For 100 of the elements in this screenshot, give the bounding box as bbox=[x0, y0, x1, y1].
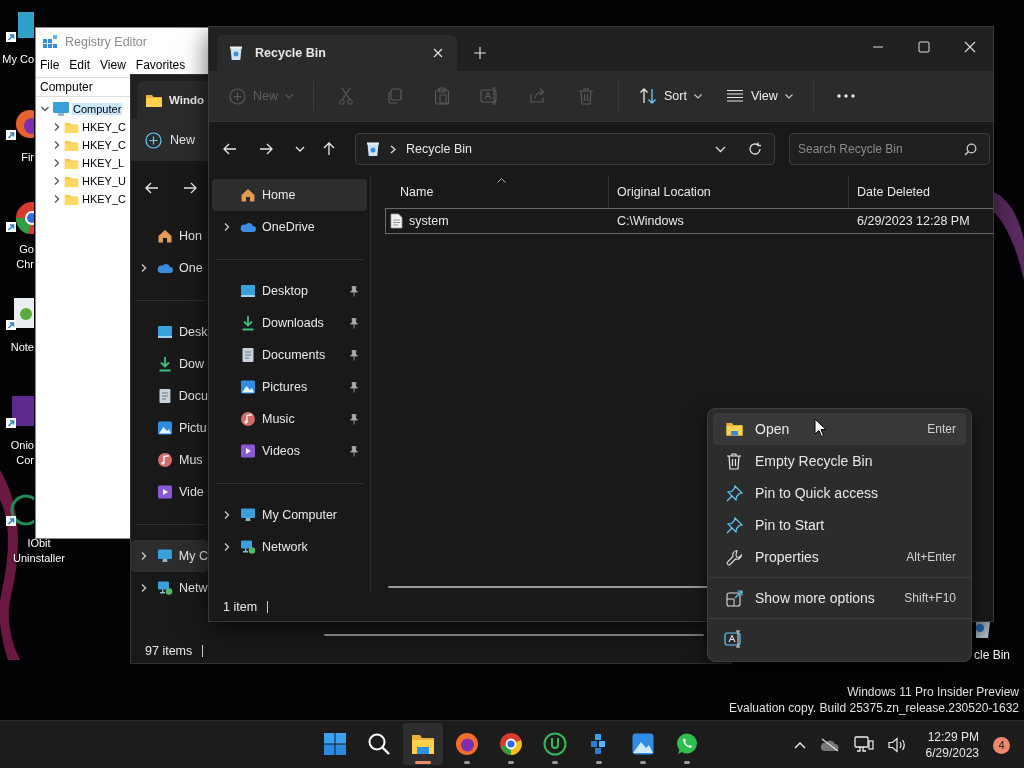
tree-item[interactable]: HKEY_L bbox=[81, 157, 126, 169]
new-tab-icon[interactable] bbox=[474, 47, 486, 59]
tree-item[interactable]: HKEY_C bbox=[81, 121, 128, 133]
chevron-right-icon[interactable] bbox=[139, 551, 149, 561]
sidebar-item[interactable]: Network bbox=[212, 531, 367, 563]
close-icon[interactable] bbox=[964, 41, 976, 53]
tree-item[interactable]: Computer bbox=[72, 103, 123, 115]
taskbar-button[interactable] bbox=[403, 723, 443, 765]
wrench-icon bbox=[725, 548, 743, 566]
menu-item[interactable]: Properties Alt+Enter bbox=[713, 541, 966, 573]
sidebar-item[interactable]: One bbox=[131, 252, 208, 284]
sidebar-item[interactable]: Desk bbox=[131, 316, 208, 348]
menu-item[interactable]: View bbox=[99, 58, 135, 72]
network-icon[interactable] bbox=[853, 736, 874, 754]
up-arrow-icon[interactable] bbox=[323, 142, 335, 156]
forward-arrow-icon[interactable] bbox=[183, 182, 197, 194]
download-icon bbox=[157, 356, 173, 372]
menu-item[interactable]: File bbox=[39, 58, 69, 72]
desktop-icon-label[interactable]: Onio Cor bbox=[10, 438, 34, 468]
menu-item[interactable]: Empty Recycle Bin bbox=[713, 445, 966, 477]
sidebar-item[interactable]: Videos bbox=[212, 435, 367, 467]
menu-item[interactable]: Pin to Quick access bbox=[713, 477, 966, 509]
tree-item[interactable]: HKEY_U bbox=[81, 175, 128, 187]
address-bar[interactable]: Computer bbox=[36, 77, 130, 97]
network-icon bbox=[240, 539, 256, 555]
back-arrow-icon[interactable] bbox=[145, 182, 159, 194]
sidebar-item[interactable]: Music bbox=[212, 403, 367, 435]
desktop-icon-label[interactable]: cle Bin bbox=[974, 648, 1011, 662]
sidebar-item[interactable]: OneDrive bbox=[212, 211, 367, 243]
pin-icon bbox=[349, 349, 359, 361]
tab[interactable]: Windo bbox=[137, 81, 208, 119]
chevron-right-icon[interactable] bbox=[222, 542, 232, 552]
sidebar-item[interactable]: Netw bbox=[131, 572, 208, 604]
sidebar-item[interactable]: My C bbox=[131, 540, 208, 572]
computer-icon bbox=[240, 507, 256, 523]
desktop-icon-label[interactable]: My Co bbox=[2, 52, 34, 67]
chevron-up-icon[interactable] bbox=[793, 741, 806, 749]
picture-icon bbox=[157, 420, 173, 436]
column-header[interactable]: Date Deleted bbox=[849, 176, 993, 208]
sidebar-item[interactable]: Mus bbox=[131, 444, 208, 476]
chevron-right-icon[interactable] bbox=[222, 222, 232, 232]
forward-arrow-icon[interactable] bbox=[259, 143, 273, 155]
recycle-bin-icon bbox=[229, 45, 243, 61]
new-button[interactable]: New bbox=[145, 131, 195, 149]
recycle-bin-icon[interactable] bbox=[976, 622, 992, 638]
chevron-down-icon[interactable] bbox=[715, 145, 726, 153]
refresh-icon[interactable] bbox=[748, 142, 762, 156]
sidebar-item[interactable]: Pictu bbox=[131, 412, 208, 444]
menu-item[interactable]: Pin to Start bbox=[713, 509, 966, 541]
maximize-icon[interactable] bbox=[918, 41, 930, 53]
chevron-right-icon[interactable] bbox=[139, 263, 149, 273]
sort-caret-icon bbox=[497, 178, 506, 183]
sidebar-item[interactable]: My Computer bbox=[212, 499, 367, 531]
caret-icon bbox=[285, 93, 293, 99]
tree-item[interactable]: HKEY_C bbox=[81, 139, 128, 151]
chevron-right-icon[interactable] bbox=[139, 583, 149, 593]
desktop-icon-label[interactable]: Go Chr bbox=[16, 242, 34, 272]
sidebar-item[interactable]: Docu bbox=[131, 380, 208, 412]
tree-item[interactable]: HKEY_C bbox=[81, 193, 128, 205]
sidebar-item[interactable]: Vide bbox=[131, 476, 208, 508]
back-arrow-icon[interactable] bbox=[223, 143, 237, 155]
volume-icon[interactable] bbox=[887, 737, 906, 753]
pin-icon bbox=[725, 516, 743, 534]
close-icon[interactable] bbox=[433, 48, 443, 58]
view-button[interactable]: View bbox=[717, 79, 801, 113]
sidebar-item[interactable]: Desktop bbox=[212, 275, 367, 307]
address-bar[interactable]: Recycle Bin bbox=[355, 133, 775, 165]
more-icon bbox=[836, 94, 855, 98]
menu-item[interactable]: Favorites bbox=[134, 58, 195, 72]
scrollbar-thumb[interactable] bbox=[324, 634, 704, 636]
picture-icon bbox=[631, 732, 655, 756]
search-field[interactable]: Search Recycle Bin bbox=[789, 133, 990, 165]
sidebar-item[interactable]: Home bbox=[212, 179, 367, 211]
status-text: 1 item bbox=[223, 600, 258, 614]
sidebar-item[interactable]: Pictures bbox=[212, 371, 367, 403]
sidebar-item[interactable]: Documents bbox=[212, 339, 367, 371]
clock[interactable]: 12:29 PM 6/29/2023 bbox=[925, 729, 979, 761]
desktop-icon-label[interactable]: Fir bbox=[21, 150, 34, 165]
menu-item[interactable]: Show more options Shift+F10 bbox=[713, 582, 966, 614]
trash-icon bbox=[578, 87, 594, 105]
menu-item[interactable]: Edit bbox=[68, 58, 100, 72]
scrollbar-thumb[interactable] bbox=[388, 586, 708, 588]
chat-icon bbox=[675, 732, 699, 756]
sidebar-item[interactable]: Hon bbox=[131, 220, 208, 252]
table-cell: system bbox=[409, 214, 449, 228]
desktop-icon-label[interactable]: IObit Uninstaller bbox=[13, 536, 65, 566]
sort-button[interactable]: Sort bbox=[631, 79, 710, 113]
document-icon bbox=[240, 347, 256, 363]
notification-badge[interactable]: 4 bbox=[993, 736, 1010, 754]
chevron-right-icon[interactable] bbox=[222, 510, 232, 520]
menu-item[interactable]: Open Enter bbox=[713, 413, 966, 445]
column-header[interactable]: Name bbox=[385, 176, 609, 208]
sidebar-item[interactable]: Downloads bbox=[212, 307, 367, 339]
chevron-down-icon[interactable] bbox=[295, 146, 305, 152]
cloud-off-icon[interactable] bbox=[819, 738, 840, 752]
sidebar-item[interactable]: Dow bbox=[131, 348, 208, 380]
desktop-icon-label[interactable]: Note bbox=[10, 340, 34, 355]
tab[interactable]: Recycle Bin bbox=[217, 35, 457, 71]
column-header[interactable]: Original Location bbox=[609, 176, 849, 208]
folder-icon bbox=[64, 120, 79, 134]
